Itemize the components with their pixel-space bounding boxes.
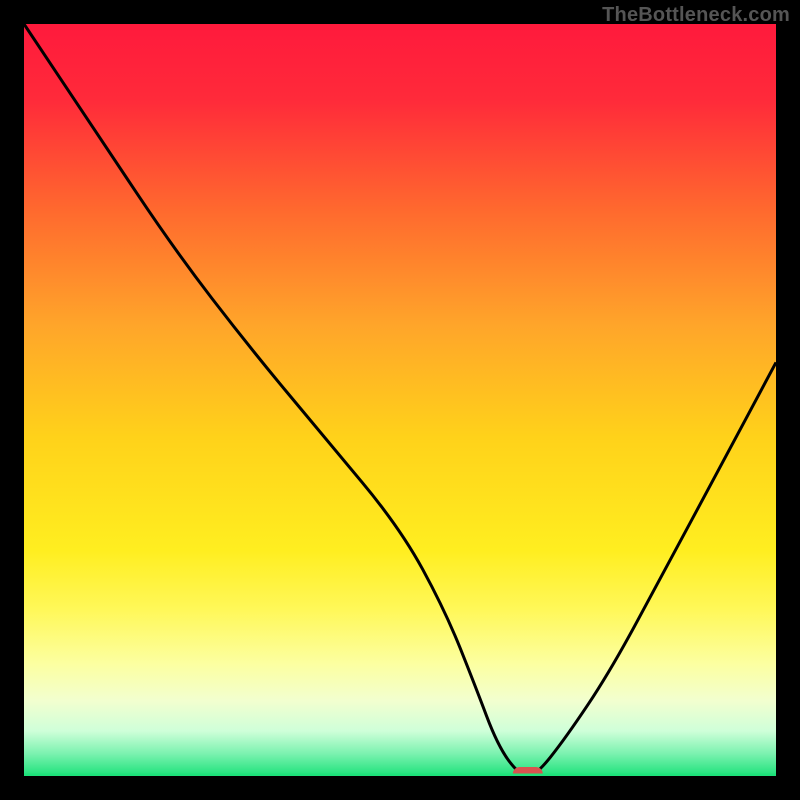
plot-area xyxy=(24,24,776,776)
watermark-label: TheBottleneck.com xyxy=(602,4,790,27)
bottleneck-curve xyxy=(24,24,776,776)
curve-layer xyxy=(24,24,776,776)
